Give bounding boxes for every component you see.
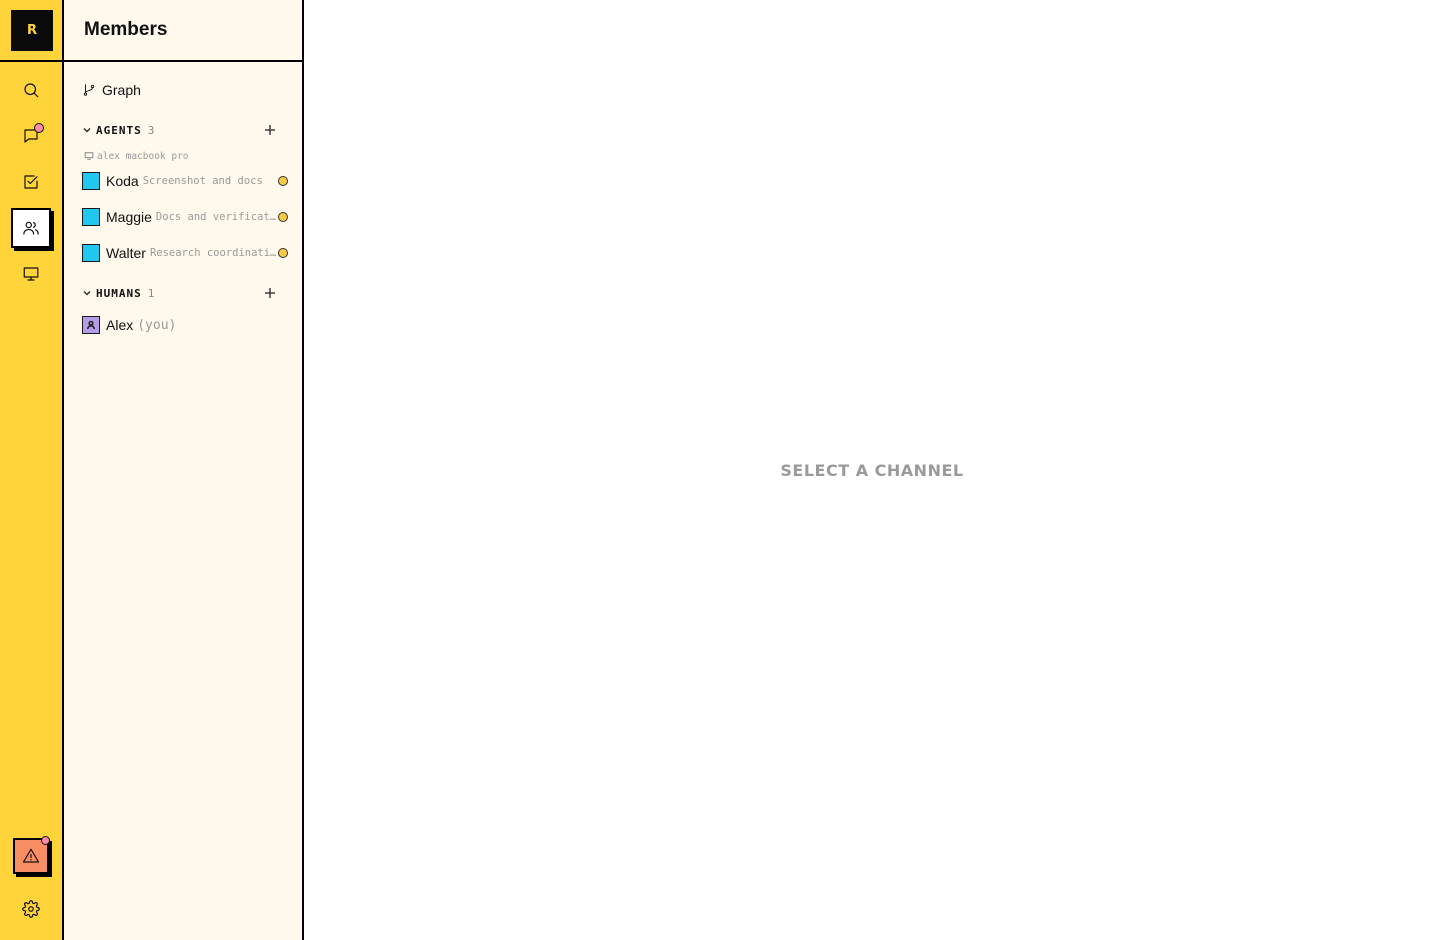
alert-notification-dot — [41, 836, 50, 845]
logo-area: R — [0, 0, 62, 62]
agent-description: Screenshot and docs — [142, 175, 263, 187]
agent-description: Research coordination — [149, 247, 283, 259]
graph-label: Graph — [102, 82, 141, 98]
tasks-button[interactable] — [11, 162, 51, 202]
search-icon — [24, 83, 39, 98]
agent-status-dot — [278, 248, 288, 258]
settings-button[interactable] — [11, 889, 51, 929]
human-row-alex[interactable]: Alex (you) — [82, 314, 288, 336]
machine-label: alex macbook pro — [84, 149, 189, 163]
humans-section-header[interactable]: HUMANS 1 — [82, 284, 286, 302]
laptop-icon — [84, 152, 94, 160]
chevron-down-icon — [83, 127, 91, 133]
machine-name: alex macbook pro — [97, 150, 189, 162]
members-button[interactable] — [11, 208, 51, 248]
chat-button[interactable] — [11, 116, 51, 156]
monitor-icon — [23, 267, 39, 281]
agent-status-dot — [278, 176, 288, 186]
agent-row-walter[interactable]: Walter Research coordination — [82, 242, 288, 264]
human-avatar — [82, 316, 100, 334]
graph-link[interactable]: Graph — [82, 80, 141, 100]
humans-section-label: HUMANS — [96, 286, 142, 300]
graph-branch-icon — [83, 84, 95, 96]
you-label: (you) — [137, 317, 177, 333]
person-icon — [87, 320, 95, 330]
app-window: R Members Graph AGENTS 3 alex macbook pr… — [0, 0, 1440, 940]
agent-row-koda[interactable]: Koda Screenshot and docs — [82, 170, 288, 192]
human-name: Alex — [106, 317, 134, 333]
agent-row-maggie[interactable]: Maggie Docs and verification — [82, 206, 288, 228]
workspace-logo[interactable]: R — [11, 10, 53, 51]
members-panel: Members Graph AGENTS 3 alex macbook pro … — [64, 0, 304, 940]
agent-avatar — [82, 208, 100, 226]
alerts-button[interactable] — [13, 836, 50, 874]
add-agent-button[interactable] — [264, 124, 276, 136]
agents-count: 3 — [147, 123, 155, 137]
humans-count: 1 — [147, 286, 155, 300]
agent-description: Docs and verification — [155, 211, 288, 223]
agents-section-header[interactable]: AGENTS 3 — [82, 121, 286, 139]
agent-name: Walter — [106, 245, 146, 261]
chat-notification-dot — [34, 123, 44, 133]
members-icon — [23, 221, 39, 235]
empty-state-message: SELECT A CHANNEL — [780, 460, 964, 480]
panel-header: Members — [64, 0, 302, 62]
gear-icon — [22, 900, 40, 918]
agent-name: Maggie — [106, 209, 152, 225]
main-content: SELECT A CHANNEL — [304, 0, 1440, 940]
search-button[interactable] — [11, 70, 51, 110]
tasks-icon — [24, 175, 38, 189]
agent-avatar — [82, 172, 100, 190]
agents-section-label: AGENTS — [96, 123, 142, 137]
chevron-down-icon — [83, 290, 91, 296]
computers-button[interactable] — [11, 254, 51, 294]
agent-name: Koda — [106, 173, 139, 189]
panel-title: Members — [84, 19, 168, 40]
warning-icon — [22, 848, 40, 863]
add-human-button[interactable] — [264, 287, 276, 299]
agent-avatar — [82, 244, 100, 262]
icon-rail: R — [0, 0, 64, 940]
agent-status-dot — [278, 212, 288, 222]
